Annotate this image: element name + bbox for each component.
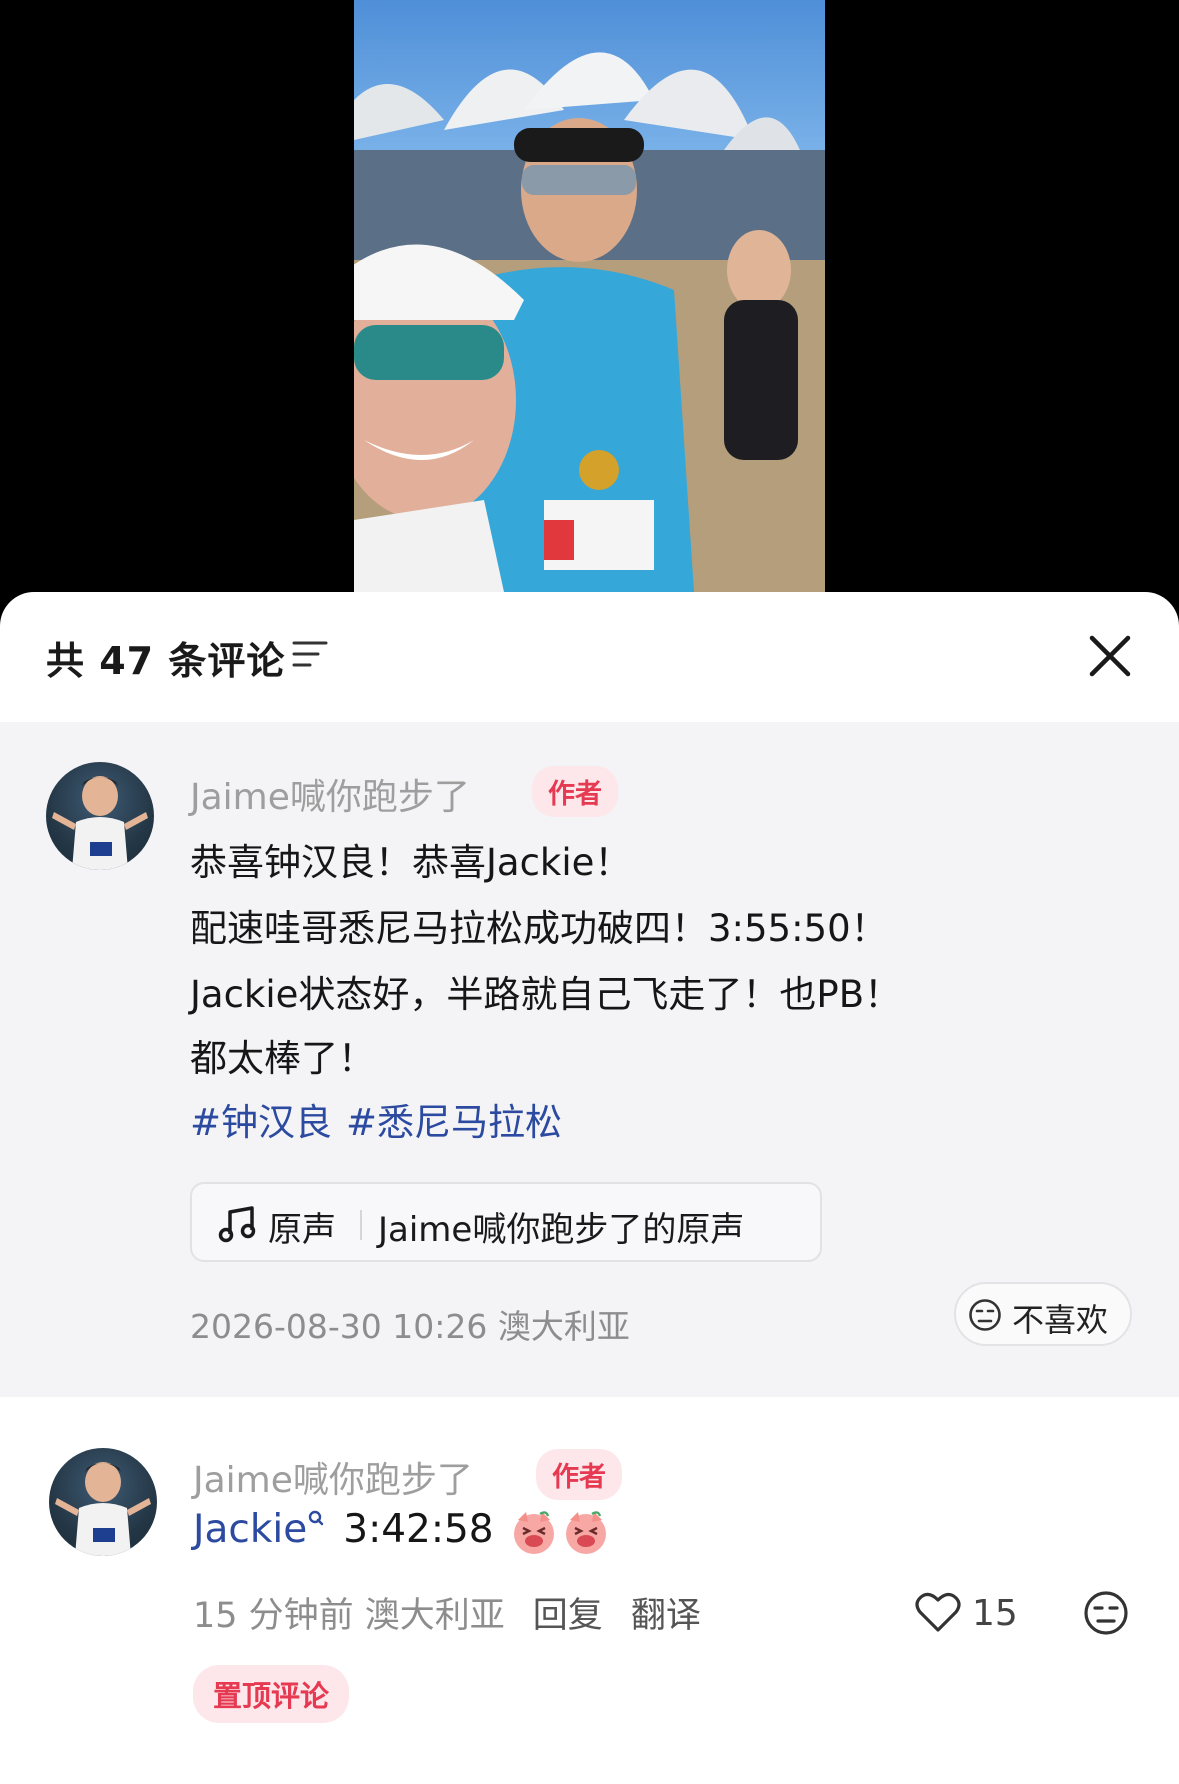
reply-content: Jackie 3:42:58 [193, 1507, 610, 1556]
comment-line-2: 配速哇哥悉尼马拉松成功破四！3:55:50！ [190, 907, 888, 950]
comment-timestamp: 2026-08-30 10:26 澳大利亚 [190, 1307, 630, 1346]
author-badge: 作者 [536, 1449, 622, 1500]
marathon-photo [354, 52, 825, 592]
reply-comment[interactable]: Jaime喊你跑步了 作者 Jackie 3:42:58 15 分钟前 澳大利亚… [0, 1397, 1179, 1784]
translate-button[interactable]: 翻译 [631, 1596, 701, 1636]
pig-emoji-icon [514, 1510, 555, 1554]
sort-icon[interactable] [292, 638, 328, 670]
reply-meta: 15 分钟前 澳大利亚 回复 翻译 [193, 1587, 701, 1638]
comments-sheet: 共 47 条评论 Jaime喊你跑步了 作者 恭喜钟汉良！恭喜Jackie！ 配… [0, 592, 1179, 1784]
video-player[interactable] [0, 0, 1179, 600]
comment-line-3: Jackie状态好，半路就自己飞走了！也PB！ [190, 973, 902, 1016]
dislike-face-icon [969, 1299, 1001, 1331]
comment-author[interactable]: Jaime喊你跑步了 [190, 768, 470, 820]
avatar[interactable] [46, 762, 154, 870]
dislike-label: 不喜欢 [1012, 1301, 1109, 1339]
comment-line-1: 恭喜钟汉良！恭喜Jackie！ [190, 841, 632, 884]
music-divider [360, 1210, 362, 1240]
hashtag-link[interactable]: #悉尼马拉松 [346, 1101, 562, 1144]
pinned-comment[interactable]: Jaime喊你跑步了 作者 恭喜钟汉良！恭喜Jackie！ 配速哇哥悉尼马拉松成… [0, 722, 1179, 1397]
like-count: 15 [972, 1593, 1018, 1634]
avatar[interactable] [49, 1448, 157, 1556]
dislike-face-icon[interactable] [1083, 1590, 1129, 1636]
pinned-comment-badge: 置顶评论 [193, 1665, 350, 1723]
music-label: 原声 [268, 1210, 336, 1250]
author-badge: 作者 [532, 766, 618, 817]
pig-emoji-icon [566, 1510, 607, 1554]
comment-count-title: 共 47 条评论 [46, 639, 286, 683]
mention-link[interactable]: Jackie [193, 1507, 307, 1552]
mention-superscript-icon [309, 1510, 324, 1526]
music-note-icon [218, 1206, 256, 1243]
comment-author[interactable]: Jaime喊你跑步了 [193, 1451, 473, 1503]
dislike-button[interactable]: 不喜欢 [954, 1282, 1132, 1346]
video-frame[interactable] [354, 0, 825, 592]
comment-line-4: 都太棒了！ [190, 1037, 375, 1080]
reply-button[interactable]: 回复 [533, 1596, 603, 1636]
music-title: Jaime喊你跑步了的原声 [378, 1210, 745, 1250]
heart-icon[interactable] [914, 1590, 962, 1634]
reply-timestamp: 15 分钟前 澳大利亚 [193, 1596, 505, 1636]
reply-time-text: 3:42:58 [343, 1507, 494, 1552]
close-icon[interactable] [1088, 634, 1132, 678]
original-sound-chip[interactable]: 原声 Jaime喊你跑步了的原声 [190, 1182, 822, 1262]
comments-header: 共 47 条评论 [0, 592, 1179, 722]
hashtags: #钟汉良 #悉尼马拉松 [190, 1092, 576, 1146]
hashtag-link[interactable]: #钟汉良 [190, 1101, 332, 1144]
